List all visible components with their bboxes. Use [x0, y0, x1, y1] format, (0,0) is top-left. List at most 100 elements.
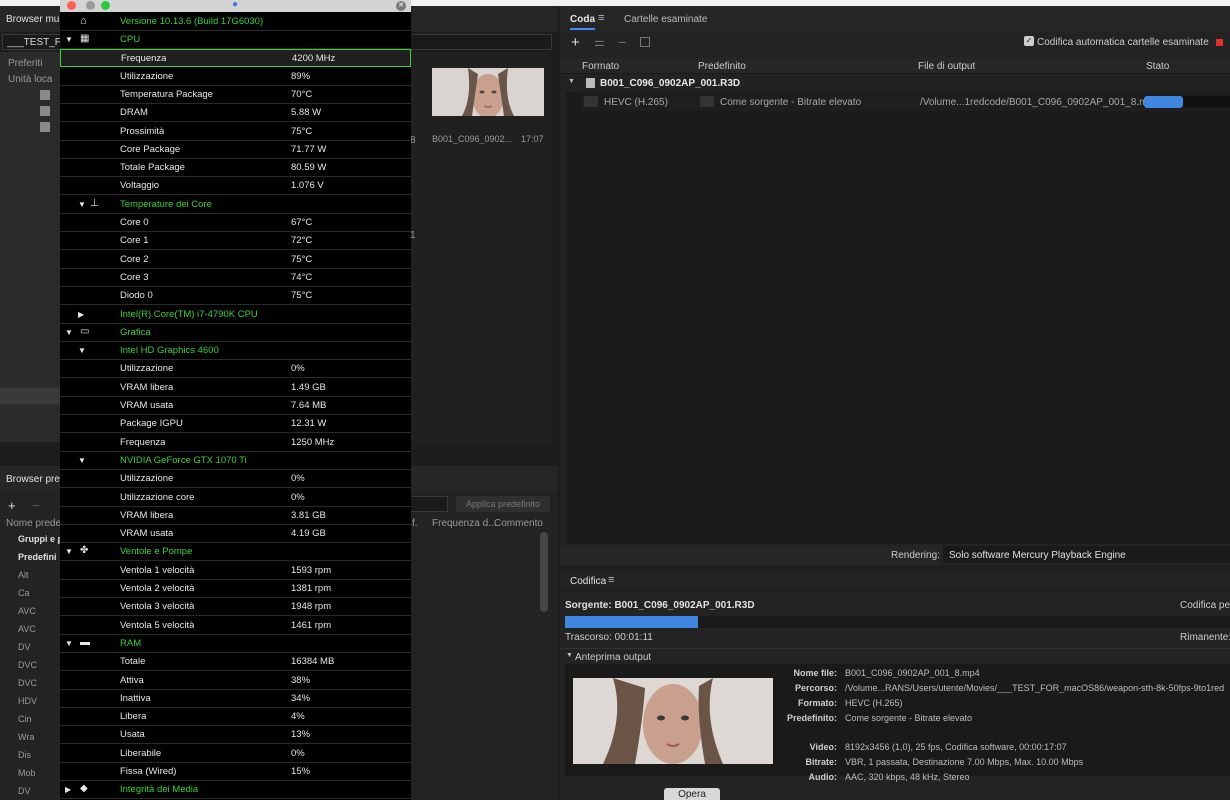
- stop-queue-icon[interactable]: [1216, 39, 1223, 46]
- istat-sensor-row[interactable]: Core 2 75°C: [60, 250, 411, 269]
- close-panel-icon[interactable]: ✕: [396, 1, 406, 11]
- output-preset[interactable]: Come sorgente - Bitrate elevato: [720, 97, 861, 108]
- istat-group-row[interactable]: ▼ ▦ CPU: [60, 31, 411, 49]
- istat-sensor-row[interactable]: Utilizzazione core 0%: [60, 488, 411, 507]
- format-dropdown-icon[interactable]: [584, 96, 598, 107]
- istat-sensor-row[interactable]: Ventola 3 velocità 1948 rpm: [60, 598, 411, 617]
- preset-tree-item[interactable]: AVC: [18, 606, 36, 616]
- preset-search-input[interactable]: [410, 496, 448, 512]
- col-status[interactable]: Stato: [1146, 61, 1169, 72]
- istat-group-row[interactable]: ▶ ◆ Integrità dei Media: [60, 781, 411, 800]
- istat-sensor-row[interactable]: VRAM libera 1.49 GB: [60, 378, 411, 397]
- apply-preset-button[interactable]: Applica predefinito: [456, 496, 550, 512]
- istat-sensor-row[interactable]: VRAM usata 7.64 MB: [60, 397, 411, 415]
- istat-group-row[interactable]: ▼ ✤ Ventole e Pompe: [60, 543, 411, 562]
- istat-sensor-row[interactable]: Voltaggio 1.076 V: [60, 177, 411, 196]
- tab-menu-icon[interactable]: ≡: [598, 12, 604, 24]
- minimize-window-icon[interactable]: [86, 1, 95, 10]
- istat-sensor-row[interactable]: Frequenza 4200 MHz: [60, 49, 411, 68]
- preset-tree-item[interactable]: Predefini: [18, 552, 57, 562]
- preset-tree-item[interactable]: DVC: [18, 660, 37, 670]
- preset-tree-item[interactable]: Gruppi e p: [18, 534, 63, 544]
- istat-sensor-row[interactable]: Frequenza 1250 MHz: [60, 433, 411, 452]
- preset-col-frequency[interactable]: Frequenza d...: [432, 518, 496, 529]
- istat-sensor-row[interactable]: Utilizzazione 0%: [60, 470, 411, 489]
- istat-sensor-row[interactable]: Core Package 71.77 W: [60, 140, 411, 159]
- istat-sensor-row[interactable]: Ventola 5 velocità 1461 rpm: [60, 616, 411, 635]
- queue-source-row[interactable]: ▼ B001_C096_0902AP_001.R3D: [566, 74, 1230, 92]
- remove-icon[interactable]: −: [618, 34, 626, 50]
- tree-item-local-drives[interactable]: Unità loca: [8, 74, 52, 85]
- stop-button[interactable]: Opera: [664, 788, 720, 800]
- tree-item-favorites[interactable]: Preferiti: [8, 58, 42, 69]
- preset-tree-item[interactable]: Cin: [18, 714, 32, 724]
- preset-tree-item[interactable]: AVC: [18, 624, 36, 634]
- preset-tree-item[interactable]: Ca: [18, 588, 30, 598]
- preset-dropdown-icon[interactable]: [700, 96, 714, 107]
- istat-group-row[interactable]: ▼ ▭ Grafica: [60, 323, 411, 342]
- col-output[interactable]: File di output: [918, 61, 975, 72]
- istat-sensor-row[interactable]: Liberabile 0%: [60, 744, 411, 763]
- chevron-down-icon[interactable]: ▼: [568, 78, 575, 85]
- queue-output-row[interactable]: HEVC (H.265) Come sorgente - Bitrate ele…: [582, 93, 1230, 111]
- col-preset[interactable]: Predefinito: [698, 61, 746, 72]
- preset-tree-item[interactable]: Dis: [18, 750, 31, 760]
- output-format[interactable]: HEVC (H.265): [604, 97, 668, 108]
- istat-sensor-row[interactable]: Libera 4%: [60, 708, 411, 727]
- istat-sensor-row[interactable]: Prossimità 75°C: [60, 122, 411, 141]
- preset-col-f[interactable]: f.: [412, 518, 418, 529]
- istat-sensor-row[interactable]: Ventola 1 velocità 1593 rpm: [60, 561, 411, 580]
- preset-col-comment[interactable]: Commento: [494, 518, 543, 529]
- istat-sensor-row[interactable]: Usata 13%: [60, 726, 411, 745]
- istat-group-row[interactable]: ▼ NVIDIA GeForce GTX 1070 Ti: [60, 451, 411, 470]
- zoom-window-icon[interactable]: [101, 1, 110, 10]
- istat-sensor-row[interactable]: VRAM usata 4.19 GB: [60, 525, 411, 544]
- istat-sensor-row[interactable]: Fissa (Wired) 15%: [60, 763, 411, 781]
- close-window-icon[interactable]: [67, 1, 76, 10]
- chevron-down-icon[interactable]: ▼: [566, 652, 573, 659]
- istat-sensor-row[interactable]: Utilizzazione 89%: [60, 67, 411, 86]
- istat-sensor-row[interactable]: Totale Package 80.59 W: [60, 159, 411, 178]
- rendering-select[interactable]: Solo software Mercury Playback Engine: [943, 546, 1230, 563]
- settings-icon[interactable]: ⚌: [594, 35, 605, 49]
- remove-preset-icon[interactable]: −: [32, 498, 40, 513]
- preset-tree-item[interactable]: Alt: [18, 570, 29, 580]
- chevron-down-icon[interactable]: ▼: [65, 639, 73, 648]
- add-source-icon[interactable]: +: [571, 34, 580, 51]
- istat-group-row[interactable]: ▼ ▬ RAM: [60, 634, 411, 653]
- chevron-down-icon[interactable]: ▼: [65, 35, 73, 44]
- istat-group-row[interactable]: ▼ Intel HD Graphics 4600: [60, 342, 411, 361]
- auto-encode-checkbox[interactable]: ✓: [1024, 36, 1034, 46]
- istat-sensor-row[interactable]: DRAM 5.88 W: [60, 104, 411, 123]
- istat-sensor-row[interactable]: Ventola 2 velocità 1381 rpm: [60, 580, 411, 598]
- istat-sensor-row[interactable]: Core 0 67°C: [60, 214, 411, 232]
- add-preset-icon[interactable]: +: [8, 498, 16, 513]
- chevron-down-icon[interactable]: ▼: [78, 200, 86, 209]
- preset-tree-item[interactable]: DVC: [18, 678, 37, 688]
- col-format[interactable]: Formato: [582, 61, 619, 72]
- duplicate-icon[interactable]: [640, 37, 650, 47]
- istat-group-row[interactable]: ▶ Intel(R) Core(TM) i7-4790K CPU: [60, 305, 411, 324]
- istat-sensor-row[interactable]: Core 1 72°C: [60, 232, 411, 251]
- preset-tree-item[interactable]: DV: [18, 642, 31, 652]
- tab-watch-folders[interactable]: Cartelle esaminate: [624, 14, 707, 25]
- preset-tree-item[interactable]: HDV: [18, 696, 37, 706]
- clip-thumbnail[interactable]: [432, 68, 544, 118]
- istat-sensor-row[interactable]: Temperatura Package 70°C: [60, 85, 411, 104]
- preset-tree-item[interactable]: Mob: [18, 768, 36, 778]
- output-file[interactable]: /Volume...1redcode/B001_C096_0902AP_001_…: [920, 97, 1159, 108]
- tab-queue[interactable]: Coda: [570, 14, 595, 30]
- istat-sensor-row[interactable]: Package IGPU 12.31 W: [60, 415, 411, 434]
- istat-group-row[interactable]: ▼ ⊥ Temperature dei Core: [60, 195, 411, 214]
- preset-scrollbar[interactable]: [540, 532, 548, 612]
- preset-col-name[interactable]: Nome prede: [6, 518, 61, 529]
- chevron-down-icon[interactable]: ▼: [65, 547, 73, 556]
- preview-label[interactable]: Anteprima output: [575, 652, 651, 663]
- chevron-down-icon[interactable]: ▼: [78, 456, 86, 465]
- istat-sensor-row[interactable]: Diodo 0 75°C: [60, 287, 411, 306]
- panel-menu-icon[interactable]: ≡: [608, 574, 614, 586]
- istat-sensor-row[interactable]: VRAM libera 3.81 GB: [60, 506, 411, 525]
- chevron-right-icon[interactable]: ▶: [65, 785, 71, 794]
- istat-sensor-row[interactable]: Totale 16384 MB: [60, 653, 411, 672]
- istat-sensor-row[interactable]: Attiva 38%: [60, 671, 411, 690]
